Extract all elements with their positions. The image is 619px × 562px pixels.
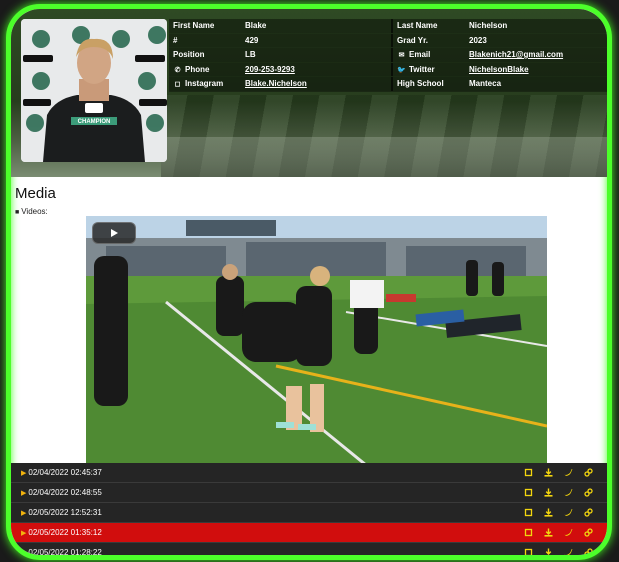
video-actions	[524, 508, 607, 517]
videos-label: Videos:	[21, 207, 48, 216]
phone-link[interactable]: 209-253-9293	[241, 62, 393, 76]
download-icon[interactable]	[544, 468, 553, 477]
twitter-icon[interactable]	[564, 488, 573, 497]
phone-icon: ✆	[174, 66, 181, 74]
avatar: CHAMPION	[21, 19, 167, 162]
link-icon[interactable]	[584, 548, 593, 555]
square-icon[interactable]	[524, 488, 533, 497]
email-label: Email	[409, 50, 431, 59]
video-list-item[interactable]: ▶ 02/05/2022 12:52:31	[11, 503, 607, 523]
link-icon[interactable]	[584, 508, 593, 517]
profile-card: CHAMPION First Name Blake Last Name Nich…	[6, 4, 612, 560]
phone-label-cell: ✆ Phone	[169, 62, 241, 76]
download-icon[interactable]	[544, 528, 553, 537]
twitter-icon[interactable]	[564, 528, 573, 537]
svg-text:CHAMPION: CHAMPION	[78, 119, 111, 125]
first-name-value: Blake	[241, 19, 393, 33]
last-name-value: Nichelson	[465, 19, 607, 33]
video-date: 02/05/2022 01:35:12	[28, 528, 102, 537]
video-actions	[524, 468, 607, 477]
twitter-label: Twitter	[409, 64, 435, 74]
twitter-icon[interactable]	[564, 468, 573, 477]
link-icon[interactable]	[584, 528, 593, 537]
download-icon[interactable]	[544, 548, 553, 555]
play-icon	[111, 229, 118, 237]
twitter-icon: 🐦	[397, 66, 406, 74]
profile-header: CHAMPION First Name Blake Last Name Nich…	[11, 9, 607, 177]
video-play-button[interactable]	[92, 222, 136, 244]
link-icon[interactable]	[584, 468, 593, 477]
video-list: ▶ 02/04/2022 02:45:37 ▶ 02/04/2022 02:48:55…	[11, 463, 607, 557]
play-triangle-icon: ▶	[21, 489, 27, 497]
grad-year-label: Grad Yr.	[393, 33, 465, 47]
video-date: 02/04/2022 02:48:55	[28, 488, 102, 497]
number-label: #	[169, 33, 241, 47]
play-triangle-icon: ▶	[21, 469, 27, 477]
instagram-label-cell: ◻ Instagram	[169, 77, 241, 91]
email-link[interactable]: Blakenich21@gmail.com	[465, 48, 607, 62]
number-value: 429	[241, 33, 393, 47]
video-list-item[interactable]: ▶ 02/05/2022 01:28:22	[11, 543, 607, 557]
video-actions	[524, 528, 607, 537]
play-triangle-icon: ▶	[21, 509, 27, 517]
video-date: 02/04/2022 02:45:37	[28, 468, 102, 477]
player-photo: CHAMPION	[21, 19, 167, 162]
square-icon[interactable]	[524, 548, 533, 555]
info-row: First Name Blake Last Name Nichelson	[169, 19, 607, 34]
video-player[interactable]	[86, 216, 547, 465]
twitter-icon[interactable]	[564, 548, 573, 555]
video-list-item[interactable]: ▶ 02/04/2022 02:45:37	[11, 463, 607, 483]
twitter-icon[interactable]	[564, 508, 573, 517]
info-row: ✆ Phone 209-253-9293 🐦 Twitter NichelsonBl…	[169, 62, 607, 77]
grad-year-value: 2023	[465, 33, 607, 47]
play-triangle-icon: ▶	[21, 529, 27, 537]
high-school-label: High School	[393, 77, 465, 91]
info-row: Position LB ✉ Email Blakenich21@gmail.com	[169, 48, 607, 63]
profile-info-table: First Name Blake Last Name Nichelson # 4…	[169, 19, 607, 92]
video-actions	[524, 548, 607, 555]
info-row: # 429 Grad Yr. 2023	[169, 33, 607, 48]
position-label: Position	[169, 48, 241, 62]
link-icon[interactable]	[584, 488, 593, 497]
video-list-item[interactable]: ▶ 02/05/2022 01:35:12	[11, 523, 607, 543]
last-name-label: Last Name	[393, 19, 465, 33]
high-school-value: Manteca	[465, 77, 607, 91]
video-actions	[524, 488, 607, 497]
email-label-cell: ✉ Email	[393, 48, 465, 62]
square-icon[interactable]	[524, 468, 533, 477]
video-camera-icon: ■	[15, 209, 20, 216]
first-name-label: First Name	[169, 19, 241, 33]
video-date: 02/05/2022 01:28:22	[28, 548, 102, 557]
video-date: 02/05/2022 12:52:31	[28, 508, 102, 517]
twitter-link[interactable]: NichelsonBlake	[465, 62, 607, 76]
video-frame	[86, 216, 547, 465]
phone-label: Phone	[185, 64, 210, 74]
video-list-item[interactable]: ▶ 02/04/2022 02:48:55	[11, 483, 607, 503]
info-row: ◻ Instagram Blake.Nichelson High School M…	[169, 77, 607, 92]
position-value: LB	[241, 48, 393, 62]
download-icon[interactable]	[544, 508, 553, 517]
instagram-icon: ◻	[174, 81, 181, 88]
envelope-icon: ✉	[398, 52, 405, 59]
videos-label-row: ■ Videos:	[15, 207, 48, 216]
instagram-link[interactable]: Blake.Nichelson	[241, 77, 393, 91]
play-triangle-icon: ▶	[21, 549, 27, 557]
instagram-label: Instagram	[185, 79, 224, 88]
media-heading: Media	[15, 185, 56, 202]
twitter-label-cell: 🐦 Twitter	[393, 62, 465, 76]
square-icon[interactable]	[524, 508, 533, 517]
square-icon[interactable]	[524, 528, 533, 537]
download-icon[interactable]	[544, 488, 553, 497]
header-stadium	[161, 137, 607, 177]
